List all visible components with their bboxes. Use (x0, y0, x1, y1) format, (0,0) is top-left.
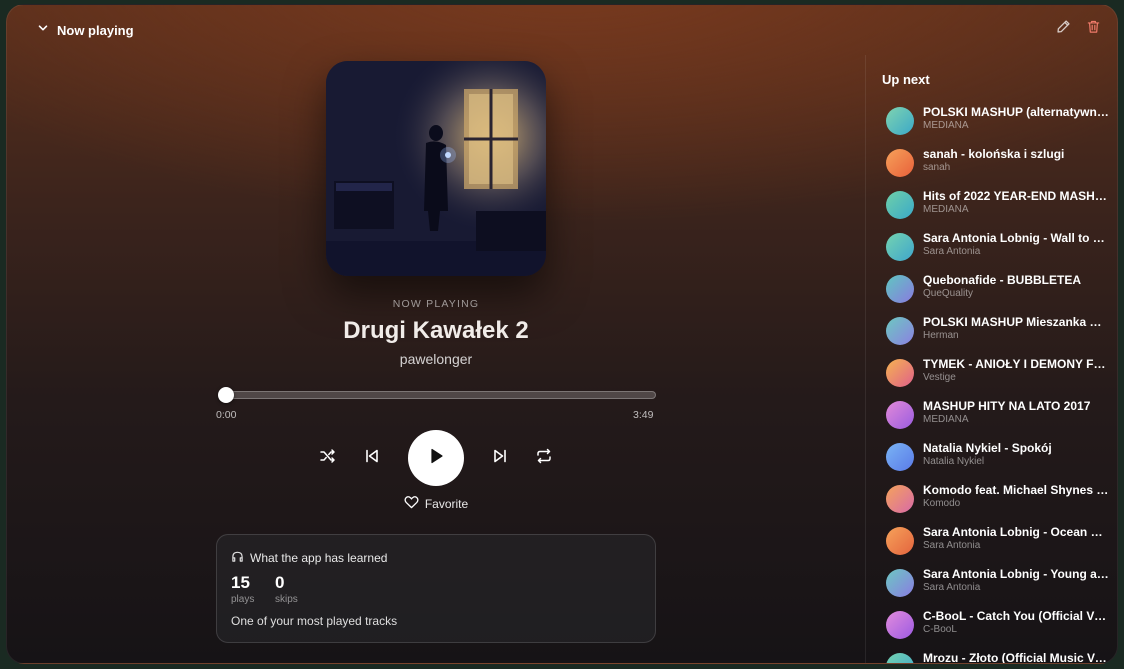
next-button[interactable] (478, 436, 522, 480)
queue-item-artist: Herman (923, 330, 959, 341)
queue-item-artist: Sara Antonia (923, 540, 981, 551)
favorite-label: Favorite (424, 496, 469, 511)
track-avatar (886, 317, 914, 345)
track-avatar (886, 359, 914, 387)
queue-item[interactable]: C-BooL - Catch You (Official Video) C-Boo… (866, 605, 1117, 647)
queue-item-artist: sanah (923, 162, 951, 173)
queue-item[interactable]: POLSKI MASHUP (alternatywna wersja)MEDIA… (866, 101, 1117, 143)
progress-bar[interactable] (218, 387, 656, 403)
headphones-icon (231, 550, 244, 566)
queue-item-title: Sara Antonia Lobnig - Young and Free (923, 567, 1109, 581)
track-avatar (886, 653, 914, 663)
queue-item-artist: Sara Antonia (923, 246, 981, 257)
queue-item[interactable]: Komodo feat. Michael Shynes - TimeKomodo (866, 479, 1117, 521)
delete-button[interactable] (1085, 19, 1101, 39)
learned-heading-row: What the app has learned (231, 550, 387, 566)
queue-item-artist: MEDIANA (923, 414, 969, 425)
previous-button[interactable] (350, 436, 394, 480)
time-total: 3:49 (633, 409, 654, 421)
queue-item-artist: Komodo (923, 498, 961, 509)
queue-item-title: Komodo feat. Michael Shynes - Time (923, 483, 1109, 497)
track-avatar (886, 443, 914, 471)
now-playing-label: NOW PLAYING (392, 298, 480, 310)
queue-item-title: sanah - kolońska i szlugi (923, 147, 1065, 161)
queue-item-title: Mrozu - Złoto (Official Music Video) (923, 651, 1109, 664)
learned-heading: What the app has learned (250, 551, 388, 565)
play-icon (426, 446, 446, 471)
album-art (326, 61, 546, 276)
pencil-icon (1056, 19, 1071, 39)
queue-item-title: Hits of 2022 YEAR-END MASHUP (923, 189, 1109, 203)
heart-icon (404, 495, 419, 512)
track-avatar (886, 233, 914, 261)
time-elapsed: 0:00 (216, 409, 237, 421)
queue-item-artist: Natalia Nykiel (923, 456, 985, 467)
track-avatar (886, 107, 914, 135)
queue-item[interactable]: Mrozu - Złoto (Official Music Video)Mroz… (866, 647, 1117, 664)
track-avatar (886, 569, 914, 597)
playback-controls (7, 429, 865, 487)
track-avatar (886, 611, 914, 639)
track-title: Drugi Kawałek 2 (343, 317, 529, 344)
queue-item[interactable]: sanah - kolońska i szlugi sanah (866, 143, 1117, 185)
queue-item[interactable]: Quebonafide - BUBBLETEA QueQuality (866, 269, 1117, 311)
learned-note: One of your most played tracks (231, 614, 398, 628)
repeat-icon (535, 447, 553, 470)
queue-item-title: C-BooL - Catch You (Official Video) (923, 609, 1109, 623)
queue-list: POLSKI MASHUP (alternatywna wersja)MEDIA… (866, 101, 1117, 664)
plays-label: plays (231, 594, 255, 605)
queue-item-title: Sara Antonia Lobnig - Wall to Wall (923, 231, 1109, 245)
queue-item[interactable]: Hits of 2022 YEAR-END MASHUP MEDIANA (866, 185, 1117, 227)
play-button[interactable] (408, 430, 464, 486)
queue-item-artist: MEDIANA (923, 204, 969, 215)
track-avatar (886, 275, 914, 303)
queue-item-title: Natalia Nykiel - Spokój (923, 441, 1052, 455)
next-icon (491, 447, 509, 470)
track-avatar (886, 527, 914, 555)
plays-value: 15 (231, 573, 250, 592)
queue-item-artist: Sara Antonia (923, 582, 981, 593)
skips-label: skips (275, 594, 298, 605)
queue-item-artist: MEDIANA (923, 120, 969, 131)
repeat-button[interactable] (522, 436, 566, 480)
trash-icon (1086, 19, 1101, 39)
queue-item-title: Sara Antonia Lobnig - Ocean Eyes (923, 525, 1109, 539)
queue-item[interactable]: POLSKI MASHUP Mieszanka Hitów Herman (866, 311, 1117, 353)
queue-item-title: MASHUP HITY NA LATO 2017 (923, 399, 1091, 413)
queue-item-artist: Vestige (923, 372, 956, 383)
now-playing-panel: Now playing NOW PLAYING Drugi Kawałek 2 … (6, 4, 1118, 664)
progress-handle[interactable] (218, 387, 234, 403)
queue-item-title: Quebonafide - BUBBLETEA (923, 273, 1081, 287)
skips-value: 0 (275, 573, 285, 592)
shuffle-button[interactable] (306, 436, 350, 480)
up-next-sidebar: Up next POLSKI MASHUP (alternatywna wers… (865, 55, 1117, 664)
queue-item-title: TYMEK - ANIOŁY I DEMONY FEAT. (923, 357, 1109, 371)
queue-item[interactable]: TYMEK - ANIOŁY I DEMONY FEAT. Vestige (866, 353, 1117, 395)
queue-item-artist: C-BooL (923, 624, 957, 635)
learned-card: What the app has learned 15 plays 0 skip… (216, 534, 656, 643)
queue-item-title: POLSKI MASHUP Mieszanka Hitów (923, 315, 1109, 329)
skips-stat: 0 skips (275, 573, 298, 605)
queue-item[interactable]: Sara Antonia Lobnig - Young and FreeSara… (866, 563, 1117, 605)
track-avatar (886, 149, 914, 177)
edit-button[interactable] (1055, 19, 1071, 39)
queue-item[interactable]: MASHUP HITY NA LATO 2017 MEDIANA (866, 395, 1117, 437)
queue-item-artist: QueQuality (923, 288, 974, 299)
favorite-button[interactable]: Favorite (404, 495, 468, 512)
plays-stat: 15 plays (231, 573, 254, 605)
player-main: NOW PLAYING Drugi Kawałek 2 pawelonger 0… (7, 5, 865, 663)
up-next-heading: Up next (882, 72, 930, 87)
queue-item-title: POLSKI MASHUP (alternatywna wersja) (923, 105, 1109, 119)
queue-item[interactable]: Sara Antonia Lobnig - Ocean Eyes Sara Ant… (866, 521, 1117, 563)
favorite-row: Favorite (7, 495, 865, 512)
queue-item[interactable]: Sara Antonia Lobnig - Wall to Wall Sara A… (866, 227, 1117, 269)
previous-icon (363, 447, 381, 470)
track-avatar (886, 485, 914, 513)
track-artist[interactable]: pawelonger (7, 351, 865, 367)
track-avatar (886, 191, 914, 219)
queue-item[interactable]: Natalia Nykiel - Spokój Natalia Nykiel (866, 437, 1117, 479)
shuffle-icon (319, 447, 337, 470)
track-avatar (886, 401, 914, 429)
